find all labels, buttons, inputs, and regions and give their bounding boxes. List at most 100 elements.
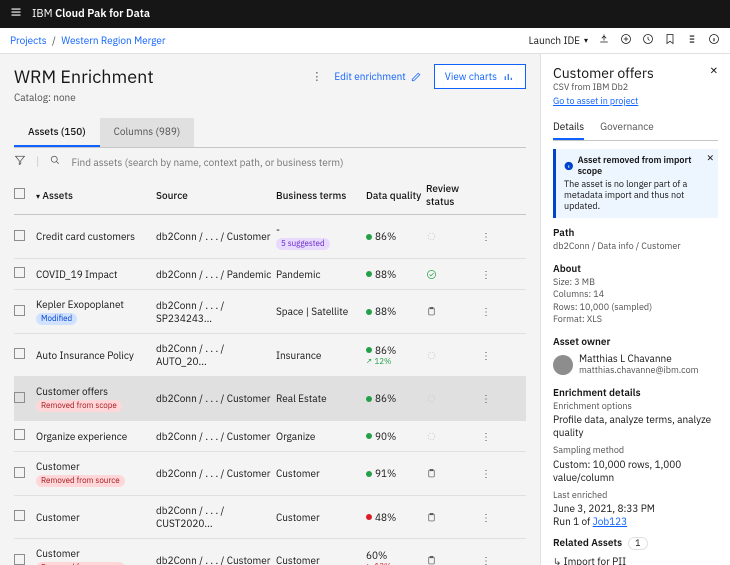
row-checkbox[interactable]: [14, 230, 25, 241]
related-item[interactable]: ↳ Import for PII: [553, 555, 718, 565]
review-status: [426, 555, 481, 565]
quality-value: 86%: [375, 392, 396, 405]
tab-assets[interactable]: Assets (150): [14, 118, 100, 147]
business-term: Real Estate: [276, 392, 366, 405]
avatar: [553, 355, 573, 375]
owner-email: matthias.chavanne@ibm.com: [579, 365, 699, 378]
size-value: Size: 3 MB: [553, 277, 718, 290]
filter-icon[interactable]: [14, 154, 26, 170]
job-link[interactable]: Job123: [593, 515, 628, 528]
suggested-badge: 5 suggested: [276, 238, 330, 250]
related-heading: Related Assets: [553, 536, 622, 549]
sampling-label: Sampling method: [553, 445, 718, 458]
quality-value: 88%: [375, 305, 396, 318]
quality-dot: [366, 309, 372, 315]
quality-dot: [366, 347, 372, 353]
row-overflow-menu[interactable]: ⋮: [481, 554, 495, 565]
review-status: [426, 269, 481, 280]
info-icon[interactable]: [708, 33, 720, 48]
col-review-status[interactable]: Review status: [426, 182, 481, 208]
rows-value: Rows: 10,000 (sampled): [553, 302, 718, 315]
asset-name: Organize experience: [36, 430, 156, 443]
menu-icon[interactable]: [10, 6, 22, 22]
panel-subtitle: CSV from IBM Db2: [553, 82, 654, 93]
quality-value: 91%: [375, 467, 396, 480]
launch-ide-button[interactable]: Launch IDE ▾: [529, 34, 588, 47]
export-icon[interactable]: [598, 33, 610, 48]
edit-enrichment-button[interactable]: Edit enrichment: [334, 70, 421, 83]
review-status: [426, 306, 481, 317]
overflow-menu[interactable]: ⋮: [311, 70, 322, 84]
table-row[interactable]: Customer Removed from source db2Conn / . …: [14, 452, 526, 496]
table-row[interactable]: Auto Insurance Policy db2Conn / . . . / …: [14, 334, 526, 377]
asset-name: Customer: [36, 460, 156, 473]
add-icon[interactable]: [620, 33, 632, 48]
table-row[interactable]: COVID_19 Impact db2Conn / . . . / Pandem…: [14, 259, 526, 290]
view-charts-button[interactable]: View charts: [434, 64, 526, 89]
info-notice: Asset removed from import scope The asse…: [553, 149, 718, 218]
row-checkbox[interactable]: [14, 305, 25, 316]
row-checkbox[interactable]: [14, 510, 25, 521]
last-enriched-value: June 3, 2021, 8:33 PM: [553, 502, 718, 515]
close-icon[interactable]: ✕: [706, 153, 714, 164]
search-input[interactable]: [71, 156, 526, 169]
row-overflow-menu[interactable]: ⋮: [481, 305, 495, 318]
table-row[interactable]: Kepler Exopoplanet Modified db2Conn / . .…: [14, 290, 526, 334]
history-icon[interactable]: [642, 33, 654, 48]
col-source[interactable]: Source: [156, 189, 276, 202]
settings-icon[interactable]: [686, 33, 698, 48]
row-checkbox[interactable]: [14, 467, 25, 478]
source-value: db2Conn / . . . / Customer: [156, 467, 276, 480]
quality-value: 90%: [375, 430, 396, 443]
asset-name: Customer offers: [36, 385, 156, 398]
col-data-quality[interactable]: Data quality: [366, 189, 426, 202]
status-badge: Modified: [36, 313, 77, 325]
row-overflow-menu[interactable]: ⋮: [481, 349, 495, 362]
row-overflow-menu[interactable]: ⋮: [481, 230, 495, 243]
row-checkbox[interactable]: [14, 267, 25, 278]
table-row[interactable]: CustomerRemoved from source db2Conn / . …: [14, 539, 526, 565]
row-overflow-menu[interactable]: ⋮: [481, 511, 495, 524]
notice-body: The asset is no longer part of a metadat…: [564, 179, 712, 212]
row-checkbox[interactable]: [14, 554, 25, 565]
global-header: IBM Cloud Pak for Data: [0, 0, 730, 28]
row-overflow-menu[interactable]: ⋮: [481, 467, 495, 480]
row-checkbox[interactable]: [14, 429, 25, 440]
quality-dot: [366, 471, 372, 477]
bookmark-icon[interactable]: [664, 33, 676, 48]
breadcrumb-projects[interactable]: Projects: [10, 34, 47, 47]
col-business-terms[interactable]: Business terms: [276, 189, 366, 202]
asset-name: Kepler Exopoplanet: [36, 298, 156, 311]
sampling-value: Custom: 10,000 rows, 1,000 value/column: [553, 458, 718, 484]
table-row[interactable]: Credit card customers db2Conn / . . . / …: [14, 215, 526, 259]
row-overflow-menu[interactable]: ⋮: [481, 392, 495, 405]
table-row[interactable]: Customer db2Conn / . . . / CUST2020... C…: [14, 496, 526, 539]
source-value: db2Conn / . . . / SP234243...: [156, 299, 276, 325]
table-row[interactable]: Customer offersRemoved from scope db2Con…: [14, 377, 526, 421]
trend-indicator: ↗ 12%: [366, 357, 426, 367]
business-term: Pandemic: [276, 268, 366, 281]
goto-asset-link[interactable]: Go to asset in project: [553, 96, 654, 107]
source-value: db2Conn / . . . / AUTO_20...: [156, 342, 276, 368]
row-overflow-menu[interactable]: ⋮: [481, 268, 495, 281]
tab-columns[interactable]: Columns (989): [100, 118, 195, 147]
breadcrumb-project-name[interactable]: Western Region Merger: [61, 34, 165, 47]
col-assets[interactable]: Assets: [42, 189, 73, 202]
sort-icon[interactable]: ▾: [36, 192, 40, 202]
row-checkbox[interactable]: [14, 392, 25, 403]
path-value: db2Conn / Data info / Customer: [553, 241, 718, 254]
business-term: Insurance: [276, 349, 366, 362]
row-overflow-menu[interactable]: ⋮: [481, 430, 495, 443]
table-row[interactable]: Organize experience db2Conn / . . . / Cu…: [14, 421, 526, 452]
quality-dot: [366, 271, 372, 277]
row-checkbox[interactable]: [14, 348, 25, 359]
tab-details[interactable]: Details: [553, 115, 584, 140]
close-icon[interactable]: ✕: [710, 64, 718, 77]
select-all-checkbox[interactable]: [14, 188, 25, 199]
details-panel: Customer offers CSV from IBM Db2 Go to a…: [540, 54, 730, 565]
tab-governance[interactable]: Governance: [600, 115, 654, 140]
review-status: [426, 468, 481, 479]
info-icon: [564, 161, 574, 171]
status-badge: Removed from source: [36, 475, 125, 487]
columns-value: Columns: 14: [553, 289, 718, 302]
